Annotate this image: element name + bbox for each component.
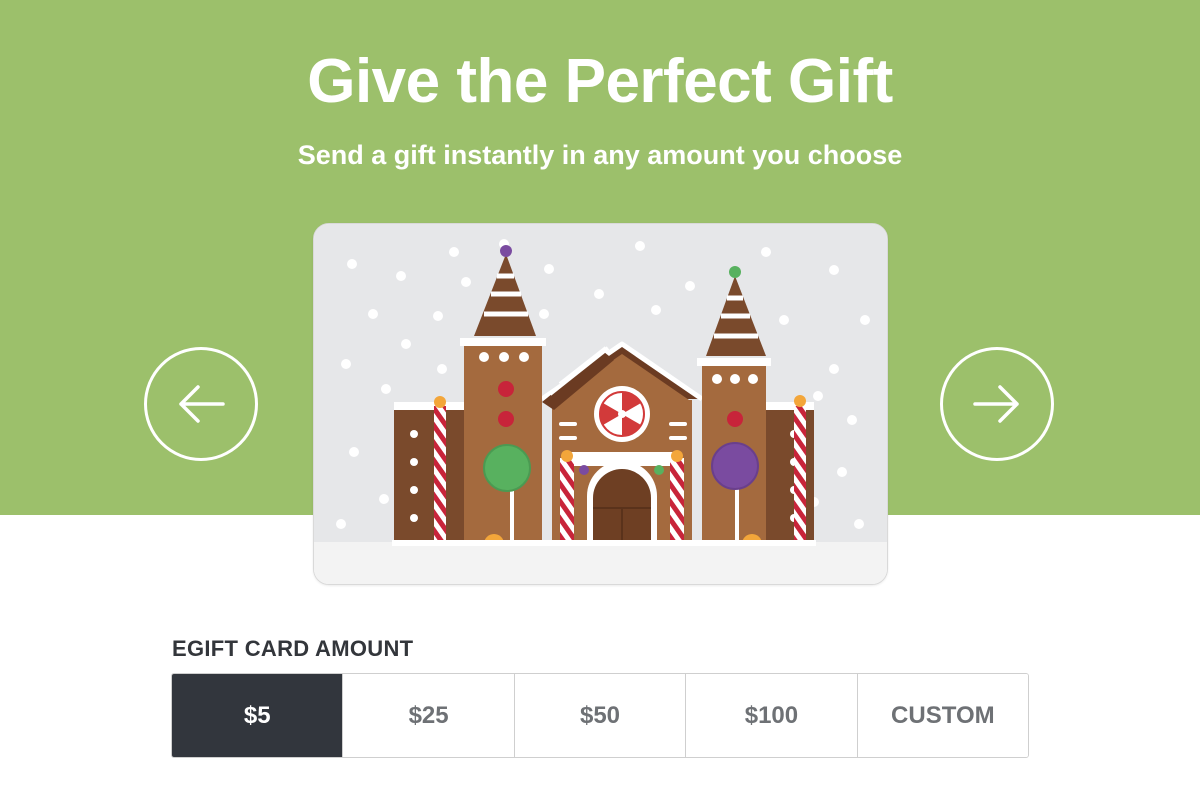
carousel-next-button[interactable]	[940, 347, 1054, 461]
gingerbread-house-illustration	[314, 224, 887, 584]
arrow-right-icon	[973, 385, 1019, 423]
page-subtitle: Send a gift instantly in any amount you …	[297, 140, 903, 170]
carousel-prev-button[interactable]	[144, 347, 258, 461]
gift-card-preview[interactable]	[313, 223, 888, 585]
arrow-left-icon	[179, 385, 225, 423]
amount-option-25[interactable]: $25	[342, 674, 514, 757]
amount-option-custom[interactable]: CUSTOM	[856, 674, 1028, 757]
amount-option-50[interactable]: $50	[513, 674, 686, 757]
page-title: Give the Perfect Gift	[307, 47, 893, 116]
amount-section-label: EGIFT CARD AMOUNT	[172, 636, 414, 661]
amount-option-100[interactable]: $100	[685, 674, 857, 757]
amount-selector: $5 $25 $50 $100 CUSTOM	[171, 673, 1029, 758]
amount-option-5[interactable]: $5	[172, 674, 343, 757]
